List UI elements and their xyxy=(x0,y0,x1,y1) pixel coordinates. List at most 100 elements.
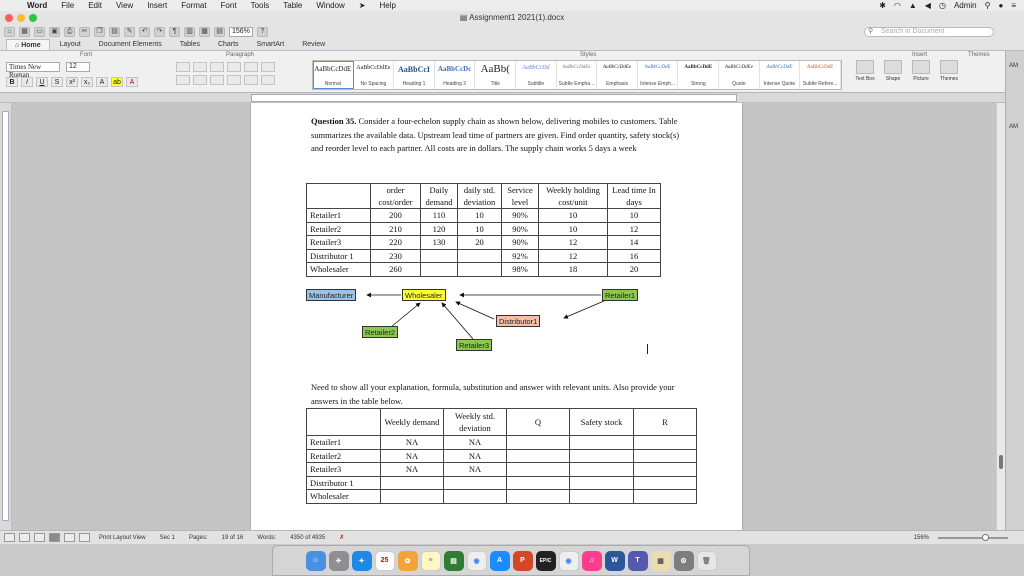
undo-icon[interactable]: ↶ xyxy=(139,27,150,37)
decrease-indent-button[interactable] xyxy=(227,62,241,72)
table-cell[interactable] xyxy=(569,489,634,504)
table-cell[interactable] xyxy=(506,475,570,490)
zoom-slider-knob[interactable] xyxy=(982,533,989,541)
itunes-icon[interactable]: ♫ xyxy=(581,550,602,571)
style-subtle-reference[interactable]: AaBbCcDdE Subtle Refere... xyxy=(800,61,841,89)
table-cell[interactable]: NA xyxy=(380,462,444,477)
align-left-button[interactable] xyxy=(176,75,190,85)
underline-button[interactable]: U xyxy=(36,77,48,87)
menu-font[interactable]: Font xyxy=(214,1,244,10)
table-cell[interactable] xyxy=(569,435,634,450)
bullets-button[interactable] xyxy=(176,62,190,72)
vertical-scrollbar[interactable] xyxy=(996,103,1005,530)
table-cell[interactable] xyxy=(569,448,634,463)
search-input[interactable]: ⚲ Search in Document xyxy=(864,27,994,37)
new-doc-icon[interactable]: ⌂ xyxy=(4,27,15,37)
node-retailer2[interactable]: Retailer2 xyxy=(362,326,399,338)
italic-button[interactable]: I xyxy=(21,77,33,87)
style-intense-quote[interactable]: AaBbCcDdE Intense Quote xyxy=(760,61,801,89)
menu-file[interactable]: File xyxy=(54,1,81,10)
menu-format[interactable]: Format xyxy=(174,1,213,10)
table-cell[interactable] xyxy=(633,462,697,477)
text-effects-button[interactable]: A xyxy=(96,77,108,87)
table-cell[interactable]: NA xyxy=(380,448,444,463)
style-title[interactable]: AaBb(Title xyxy=(475,61,517,89)
style-strong[interactable]: AaBbCcDdE Strong xyxy=(678,61,720,89)
tab-document-elements[interactable]: Document Elements xyxy=(91,39,170,50)
menu-window[interactable]: Window xyxy=(309,1,351,10)
publishing-view-button[interactable] xyxy=(34,533,45,542)
launchpad-icon[interactable]: ✈ xyxy=(328,550,349,571)
numbering-button[interactable] xyxy=(193,62,207,72)
templates-icon[interactable]: ▦ xyxy=(19,27,30,37)
word-icon[interactable]: W xyxy=(604,550,625,571)
script-icon[interactable]: ➤ xyxy=(352,1,373,10)
table-cell[interactable] xyxy=(443,489,507,504)
paste-icon[interactable]: ▤ xyxy=(109,27,120,37)
triangle-icon[interactable]: ▲ xyxy=(909,1,917,10)
document-page[interactable]: Question 35. Consider a four-echelon sup… xyxy=(251,103,742,530)
copy-icon[interactable]: ❐ xyxy=(94,27,105,37)
print-layout-view-button[interactable] xyxy=(49,533,60,542)
spelling-icon[interactable]: ✗ xyxy=(334,534,349,541)
table-cell[interactable]: NA xyxy=(443,448,507,463)
picture-button[interactable]: Picture xyxy=(910,60,932,82)
calendar-icon[interactable]: 25 xyxy=(374,550,395,571)
shading-button[interactable] xyxy=(261,75,275,85)
spotlight-icon[interactable]: ⚲ xyxy=(985,1,991,10)
style-subtitle[interactable]: AaBbCcDd Subtitle xyxy=(516,61,557,89)
node-wholesaler[interactable]: Wholesaler xyxy=(402,289,446,301)
menu-table[interactable]: Table xyxy=(276,1,309,10)
control-center-icon[interactable]: ≡ xyxy=(1011,1,1016,10)
help-icon[interactable]: ? xyxy=(256,27,268,37)
style-no-spacing[interactable]: AaBbCcDdEe No Spacing xyxy=(354,61,395,89)
preview-icon[interactable]: ▦ xyxy=(650,550,671,571)
siri-icon[interactable]: ● xyxy=(998,1,1003,10)
style-quote[interactable]: AaBbCcDdEe Quote xyxy=(719,61,760,89)
user-name[interactable]: Admin xyxy=(954,1,977,10)
tab-tables[interactable]: Tables xyxy=(172,39,208,50)
table-cell[interactable] xyxy=(633,475,697,490)
notebook-view-button[interactable] xyxy=(64,533,75,542)
redo-icon[interactable]: ↷ xyxy=(154,27,165,37)
table-cell[interactable] xyxy=(443,475,507,490)
bold-button[interactable]: B xyxy=(6,77,18,87)
chrome-2-icon[interactable]: ◉ xyxy=(558,550,579,571)
justify-button[interactable] xyxy=(227,75,241,85)
shape-button[interactable]: Shape xyxy=(882,60,904,82)
style-heading-1[interactable]: AaBbCcI Heading 1 xyxy=(394,61,435,89)
horizontal-ruler[interactable] xyxy=(0,93,1024,103)
table-cell[interactable]: NA xyxy=(380,435,444,450)
draft-view-button[interactable] xyxy=(4,533,15,542)
text-box-button[interactable]: Text Box xyxy=(854,60,876,82)
outline-view-button[interactable] xyxy=(19,533,30,542)
safari-icon[interactable]: ✦ xyxy=(351,550,372,571)
system-preferences-icon[interactable]: ⚙ xyxy=(673,550,694,571)
notes-icon[interactable]: ≡ xyxy=(420,550,441,571)
style-subtle-emphasis[interactable]: AaBbCcDdEe Subtle Empha... xyxy=(557,61,598,89)
columns-button[interactable] xyxy=(261,62,275,72)
table-cell[interactable]: NA xyxy=(443,462,507,477)
themes-button[interactable]: Themes xyxy=(938,60,960,82)
table-cell[interactable] xyxy=(633,489,697,504)
table-cell[interactable] xyxy=(506,435,570,450)
multilevel-button[interactable] xyxy=(210,62,224,72)
align-center-button[interactable] xyxy=(193,75,207,85)
zoom-slider[interactable] xyxy=(938,533,1008,541)
epic-games-icon[interactable]: EPIC xyxy=(535,550,556,571)
node-manufacturer[interactable]: Manufacturer xyxy=(306,289,357,301)
save-icon[interactable]: ▣ xyxy=(49,27,60,37)
line-spacing-button[interactable] xyxy=(244,75,258,85)
chrome-icon[interactable]: ◉ xyxy=(466,550,487,571)
photos-icon[interactable]: ✿ xyxy=(397,550,418,571)
vertical-ruler[interactable] xyxy=(0,103,12,530)
tab-home[interactable]: ⌂ Home xyxy=(6,39,50,50)
menu-tools[interactable]: Tools xyxy=(244,1,277,10)
trash-icon[interactable]: 🗑 xyxy=(696,550,717,571)
menu-edit[interactable]: Edit xyxy=(81,1,109,10)
table-cell[interactable] xyxy=(569,462,634,477)
table-cell[interactable] xyxy=(569,475,634,490)
finder-icon[interactable]: ☺ xyxy=(305,550,326,571)
align-right-button[interactable] xyxy=(210,75,224,85)
font-name-select[interactable]: Times New Roman xyxy=(6,62,60,79)
